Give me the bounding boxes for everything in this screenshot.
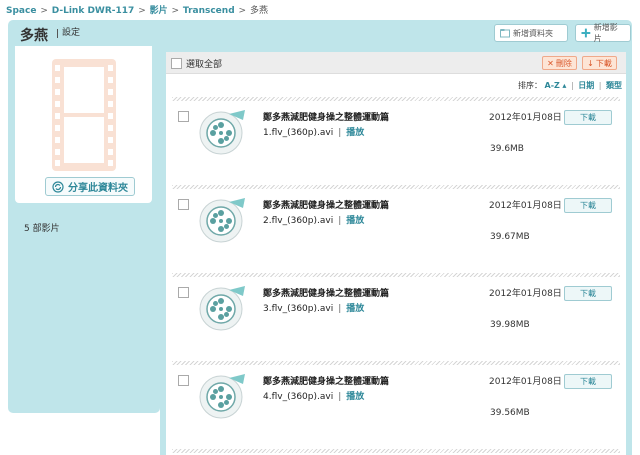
breadcrumb-device[interactable]: D-Link DWR-117 — [52, 6, 135, 16]
sort-asc-icon: ▴ — [562, 81, 567, 90]
sort-label: 排序： — [518, 81, 542, 90]
breadcrumb: Space > D-Link DWR-117 > 影片 > Transcend … — [6, 3, 268, 16]
video-size: 39.56MB — [490, 408, 530, 418]
item-checkbox[interactable] — [178, 287, 189, 298]
video-file-line: 4.flv_(360p).avi | 播放 — [263, 389, 364, 402]
breadcrumb-transcend[interactable]: Transcend — [183, 6, 235, 16]
sort-type[interactable]: 類型 — [606, 81, 622, 90]
select-all-label: 選取全部 — [186, 60, 223, 70]
item-divider — [172, 97, 620, 101]
play-link[interactable]: 播放 — [346, 392, 364, 402]
play-link[interactable]: 播放 — [346, 304, 364, 314]
list-item: 鄭多燕減肥健身操之整體運動篇 3.flv_(360p).avi | 播放 2012年… — [172, 273, 620, 361]
new-folder-button[interactable]: 新增資料夾 — [494, 24, 568, 42]
video-title[interactable]: 鄭多燕減肥健身操之整體運動篇 — [263, 286, 389, 299]
video-date: 2012年01月08日 — [489, 113, 562, 123]
new-video-label: 新增影片 — [593, 23, 618, 43]
video-file-line: 1.flv_(360p).avi | 播放 — [263, 125, 364, 138]
film-reel-icon — [199, 110, 245, 155]
select-all[interactable]: 選取全部 — [171, 57, 222, 70]
video-size: 39.67MB — [490, 232, 530, 242]
share-folder-button[interactable]: 分享此資料夾 — [45, 177, 135, 196]
sidebar: 分享此資料夾 5 部影片 — [8, 46, 160, 413]
pipe-separator: | — [338, 216, 342, 226]
share-folder-label: 分享此資料夾 — [68, 183, 128, 194]
list-item: 鄭多燕減肥健身操之整體運動篇 4.flv_(360p).avi | 播放 2012年… — [172, 361, 620, 449]
sort-separator: | — [598, 81, 602, 90]
download-arrow-icon: ↓ — [587, 58, 594, 68]
download-button[interactable]: 下載 — [564, 198, 612, 213]
breadcrumb-separator: > — [171, 6, 180, 16]
list-bottom-divider — [172, 449, 620, 453]
film-reel-icon — [199, 374, 245, 419]
breadcrumb-space[interactable]: Space — [6, 6, 36, 16]
film-strip-icon — [52, 59, 116, 171]
item-checkbox[interactable] — [178, 111, 189, 122]
list-item: 鄭多燕減肥健身操之整體運動篇 1.flv_(360p).avi | 播放 2012年… — [172, 97, 620, 185]
video-size: 39.6MB — [490, 144, 524, 154]
share-icon — [52, 180, 64, 193]
play-link[interactable]: 播放 — [346, 128, 364, 138]
breadcrumb-videos[interactable]: 影片 — [150, 6, 168, 16]
video-filename: 1.flv_(360p).avi — [263, 128, 334, 138]
video-title[interactable]: 鄭多燕減肥健身操之整體運動篇 — [263, 110, 389, 123]
plus-icon — [581, 28, 591, 38]
item-divider — [172, 361, 620, 365]
item-divider — [172, 273, 620, 277]
delete-x-icon: ✕ — [547, 58, 554, 68]
sort-az[interactable]: A-Z — [545, 81, 560, 90]
new-video-button[interactable]: 新增影片 — [575, 23, 631, 43]
page-title: 多燕 — [20, 28, 48, 44]
download-button[interactable]: 下載 — [564, 374, 612, 389]
folder-header: 多燕 設定 新增資料夾 新增影片 — [8, 20, 632, 46]
sort-separator: | — [570, 81, 574, 90]
video-title[interactable]: 鄭多燕減肥健身操之整體運動篇 — [263, 198, 389, 211]
video-title[interactable]: 鄭多燕減肥健身操之整體運動篇 — [263, 374, 389, 387]
list-toolbar: 選取全部 ✕ 刪除 ↓ 下載 — [166, 52, 626, 74]
video-file-line: 2.flv_(360p).avi | 播放 — [263, 213, 364, 226]
list-item: 鄭多燕減肥健身操之整體運動篇 2.flv_(360p).avi | 播放 2012年… — [172, 185, 620, 273]
video-list-container: 選取全部 ✕ 刪除 ↓ 下載 排序： A-Z ▴ | 日期 | 類型 鄭多燕減肥… — [166, 52, 626, 455]
video-filename: 3.flv_(360p).avi — [263, 304, 334, 314]
breadcrumb-separator: > — [40, 6, 48, 16]
breadcrumb-separator: > — [138, 6, 146, 16]
download-selected-button[interactable]: ↓ 下載 — [582, 56, 617, 70]
film-reel-icon — [199, 198, 245, 243]
video-size: 39.98MB — [490, 320, 530, 330]
video-date: 2012年01月08日 — [489, 289, 562, 299]
select-all-checkbox[interactable] — [171, 58, 182, 69]
pipe-separator: | — [338, 304, 342, 314]
download-selected-label: 下載 — [595, 58, 612, 68]
breadcrumb-separator: > — [238, 6, 247, 16]
sort-bar: 排序： A-Z ▴ | 日期 | 類型 — [518, 80, 622, 91]
pipe-separator: | — [338, 128, 342, 138]
video-date: 2012年01月08日 — [489, 201, 562, 211]
download-button[interactable]: 下載 — [564, 286, 612, 301]
video-date: 2012年01月08日 — [489, 377, 562, 387]
new-folder-label: 新增資料夾 — [513, 28, 553, 38]
video-filename: 2.flv_(360p).avi — [263, 216, 334, 226]
video-count: 5 部影片 — [24, 224, 60, 234]
breadcrumb-current: 多燕 — [249, 6, 268, 16]
item-divider — [172, 185, 620, 189]
item-checkbox[interactable] — [178, 199, 189, 210]
settings-link[interactable]: 設定 — [57, 29, 80, 38]
video-filename: 4.flv_(360p).avi — [263, 392, 334, 402]
video-file-line: 3.flv_(360p).avi | 播放 — [263, 301, 364, 314]
new-folder-icon — [500, 29, 510, 38]
delete-button[interactable]: ✕ 刪除 — [542, 56, 577, 70]
pipe-separator: | — [338, 392, 342, 402]
film-reel-icon — [199, 286, 245, 331]
folder-thumbnail-card: 分享此資料夾 — [15, 46, 152, 203]
delete-label: 刪除 — [555, 58, 572, 68]
play-link[interactable]: 播放 — [346, 216, 364, 226]
download-button[interactable]: 下載 — [564, 110, 612, 125]
item-checkbox[interactable] — [178, 375, 189, 386]
sort-date[interactable]: 日期 — [578, 81, 594, 90]
main-panel: 選取全部 ✕ 刪除 ↓ 下載 排序： A-Z ▴ | 日期 | 類型 鄭多燕減肥… — [160, 46, 632, 455]
